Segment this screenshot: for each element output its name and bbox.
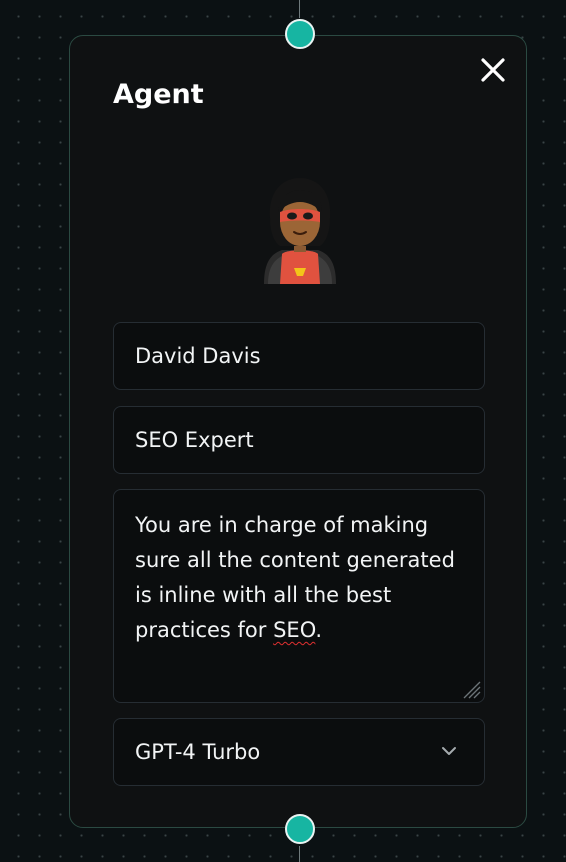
spellcheck-flagged-word: SEO (273, 618, 316, 642)
agent-prompt-textarea[interactable]: You are in charge of making sure all the… (113, 489, 485, 703)
prompt-text-end: . (315, 618, 323, 642)
close-icon (481, 58, 505, 82)
edge-line-bottom (299, 846, 300, 862)
model-select[interactable]: GPT-4 Turbo (113, 718, 485, 786)
node-title: Agent (113, 79, 204, 110)
agent-role-input[interactable]: SEO Expert (113, 406, 485, 474)
model-select-value: GPT-4 Turbo (135, 740, 261, 764)
close-button[interactable] (478, 55, 508, 85)
input-connection-handle[interactable] (285, 19, 315, 49)
chevron-down-icon (442, 747, 456, 755)
output-connection-handle[interactable] (285, 814, 315, 844)
edge-line-top (299, 0, 300, 18)
superhero-icon (264, 178, 336, 284)
resize-grip-icon[interactable] (458, 676, 482, 700)
agent-node-card[interactable]: Agent David Davis SEO Expert You are in … (69, 35, 527, 828)
agent-name-input[interactable]: David Davis (113, 322, 485, 390)
